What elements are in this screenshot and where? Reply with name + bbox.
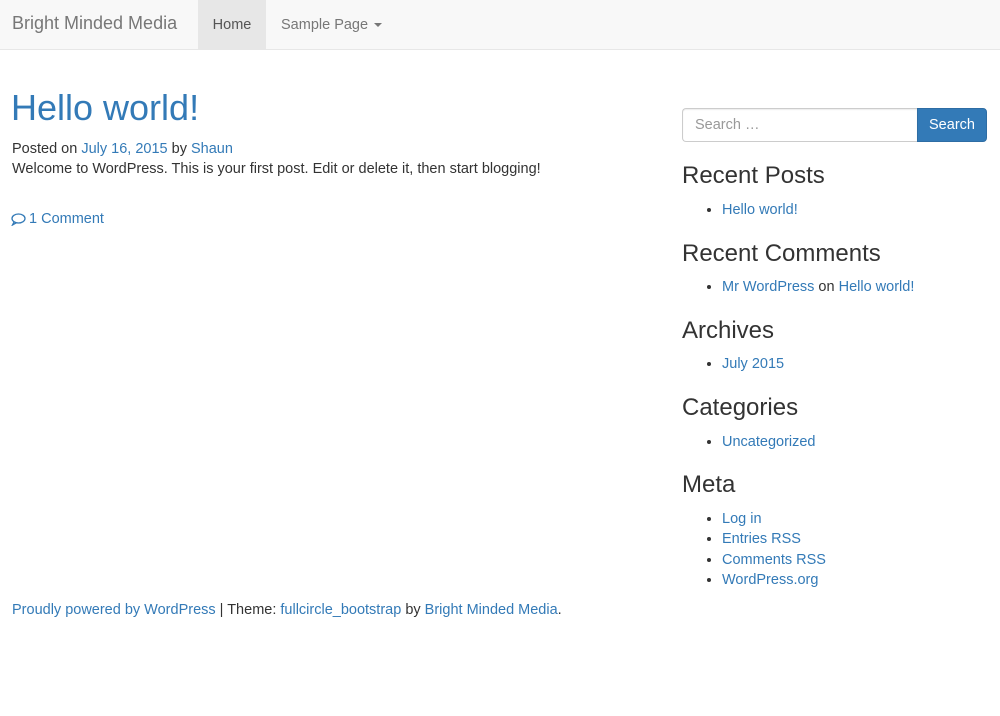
post-title-link[interactable]: Hello world! bbox=[11, 87, 199, 128]
categories-list: Uncategorized bbox=[706, 432, 816, 452]
footer-powered-link[interactable]: Proudly powered by WordPress bbox=[12, 602, 216, 618]
list-item: Log in bbox=[722, 509, 826, 529]
footer-end: . bbox=[557, 602, 562, 618]
site-brand-link[interactable]: Bright Minded Media bbox=[12, 13, 177, 34]
list-item: July 2015 bbox=[722, 354, 784, 374]
search-button[interactable]: Search bbox=[917, 108, 987, 142]
comment-on-text: on bbox=[818, 279, 835, 295]
nav-item-sample-page[interactable]: Sample Page bbox=[281, 0, 383, 49]
site-footer: Proudly powered by WordPress | Theme: fu… bbox=[12, 601, 562, 619]
recent-comments-title: Recent Comments bbox=[682, 240, 881, 267]
archives-list: July 2015 bbox=[706, 354, 784, 374]
wordpress-org-link[interactable]: WordPress.org bbox=[722, 572, 818, 588]
entries-rss-link[interactable]: Entries RSS bbox=[722, 531, 801, 547]
footer-by: by bbox=[401, 602, 425, 618]
post-meta-by: by bbox=[171, 141, 187, 157]
meta-list: Log in Entries RSS Comments RSS WordPres… bbox=[706, 509, 826, 590]
list-item: Comments RSS bbox=[722, 550, 826, 570]
list-item: Uncategorized bbox=[722, 432, 816, 452]
list-item: Entries RSS bbox=[722, 529, 826, 549]
comments-link-label: 1 Comment bbox=[29, 211, 104, 227]
comment-bubble-icon bbox=[11, 212, 26, 226]
search-form: Search bbox=[682, 108, 987, 142]
post-meta: Posted on July 16, 2015 by Shaun bbox=[12, 140, 233, 158]
post-author-link[interactable]: Shaun bbox=[191, 141, 233, 157]
recent-posts-title: Recent Posts bbox=[682, 162, 825, 189]
login-link[interactable]: Log in bbox=[722, 511, 762, 527]
post-content: Welcome to WordPress. This is your first… bbox=[12, 161, 541, 177]
search-input[interactable] bbox=[682, 108, 917, 142]
recent-comments-list: Mr WordPress on Hello world! bbox=[706, 277, 914, 297]
comments-link[interactable]: 1 Comment bbox=[11, 210, 104, 228]
list-item: Hello world! bbox=[722, 200, 798, 220]
comment-author-link[interactable]: Mr WordPress bbox=[722, 279, 814, 295]
categories-title: Categories bbox=[682, 394, 799, 421]
list-item: Mr WordPress on Hello world! bbox=[722, 277, 914, 297]
nav-item-sample-page-label: Sample Page bbox=[281, 16, 369, 33]
comment-post-link[interactable]: Hello world! bbox=[839, 279, 915, 295]
archive-link[interactable]: July 2015 bbox=[722, 356, 784, 372]
meta-title: Meta bbox=[682, 471, 736, 498]
navbar: Bright Minded Media Home Sample Page bbox=[0, 0, 1000, 50]
recent-posts-list: Hello world! bbox=[706, 200, 798, 220]
category-link[interactable]: Uncategorized bbox=[722, 434, 816, 450]
footer-theme-link[interactable]: fullcircle_bootstrap bbox=[280, 602, 401, 618]
nav-item-home[interactable]: Home bbox=[198, 0, 266, 49]
post-meta-prefix: Posted on bbox=[12, 141, 78, 157]
footer-author-link[interactable]: Bright Minded Media bbox=[425, 602, 558, 618]
post-title: Hello world! bbox=[11, 86, 199, 130]
list-item: WordPress.org bbox=[722, 570, 826, 590]
comments-rss-link[interactable]: Comments RSS bbox=[722, 552, 826, 568]
post-date-link[interactable]: July 16, 2015 bbox=[81, 141, 167, 157]
archives-title: Archives bbox=[682, 317, 775, 344]
footer-theme-sep: | Theme: bbox=[215, 602, 281, 618]
recent-post-link[interactable]: Hello world! bbox=[722, 202, 798, 218]
caret-down-icon bbox=[374, 22, 383, 27]
